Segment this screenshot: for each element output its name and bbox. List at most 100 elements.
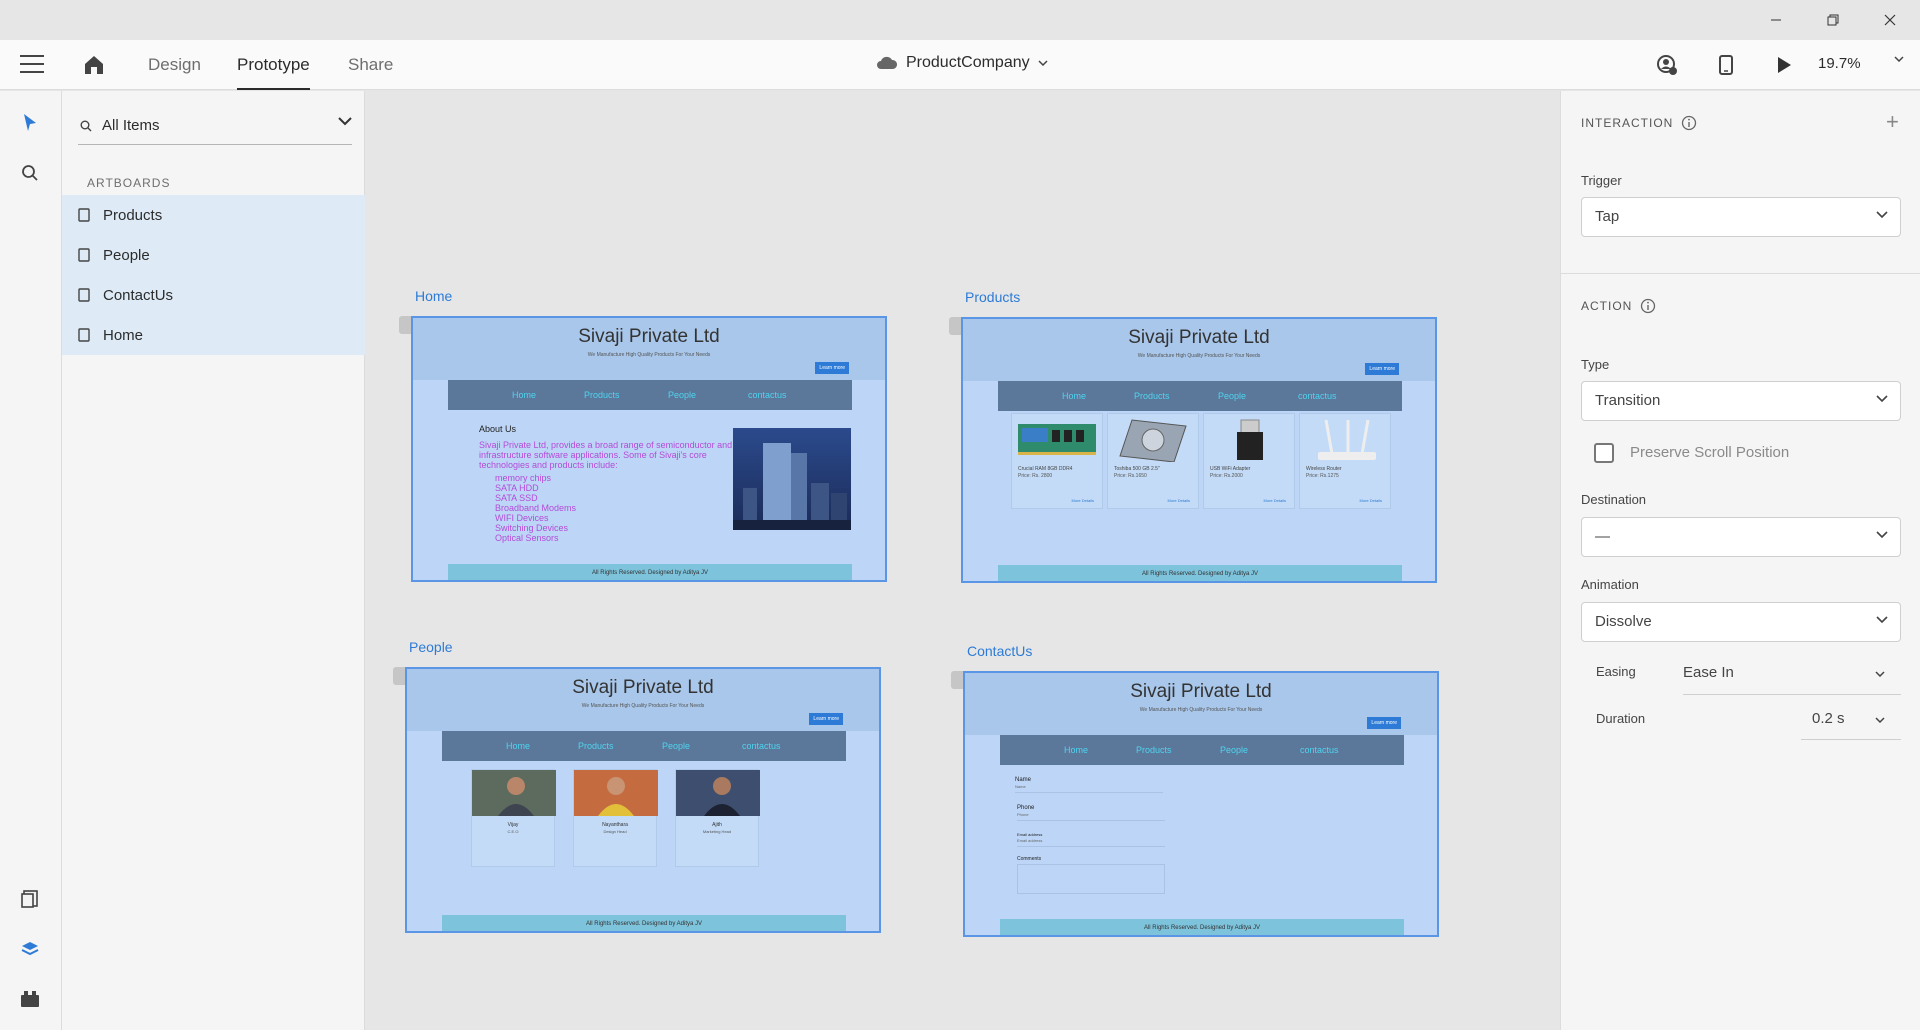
- assets-icon[interactable]: [18, 887, 42, 911]
- menu-icon[interactable]: [20, 55, 44, 75]
- chevron-down-icon: [1876, 211, 1888, 219]
- zoom-tool-icon[interactable]: [18, 161, 42, 185]
- search-icon: [80, 120, 92, 131]
- type-dropdown[interactable]: Transition: [1581, 381, 1901, 421]
- info-icon[interactable]: [1640, 298, 1656, 314]
- comments-field: [1017, 864, 1165, 894]
- minimize-icon: [1771, 19, 1781, 21]
- interaction-title: INTERACTION: [1581, 116, 1674, 130]
- add-interaction-icon[interactable]: +: [1886, 111, 1899, 133]
- product-price: Price: Rs.1650: [1114, 473, 1147, 479]
- nav-home: Home: [506, 741, 531, 751]
- chevron-down-icon: [1876, 616, 1888, 624]
- home-icon[interactable]: [82, 53, 106, 77]
- artboard-item-products[interactable]: Products: [62, 195, 365, 235]
- artboard-item-home[interactable]: Home: [62, 315, 365, 355]
- nav-home: Home: [1062, 391, 1087, 401]
- artboard-item-label: Products: [103, 206, 163, 224]
- easing-label: Easing: [1596, 664, 1636, 679]
- info-icon[interactable]: [1681, 115, 1697, 131]
- zoom-chevron-icon[interactable]: [1894, 56, 1904, 62]
- nav-products: Products: [1136, 745, 1172, 755]
- minimize-button[interactable]: [1748, 0, 1804, 40]
- close-button[interactable]: [1862, 0, 1918, 40]
- layers-filter-dropdown[interactable]: All Items: [78, 107, 352, 145]
- person-role: C.E.O: [507, 829, 519, 834]
- person-photo: [676, 770, 760, 816]
- artboard-title-contactus[interactable]: ContactUs: [967, 643, 1032, 659]
- about-list-item: memory chips: [495, 473, 552, 483]
- trigger-dropdown[interactable]: Tap: [1581, 197, 1901, 237]
- duration-underline: [1801, 739, 1901, 740]
- artboard-item-contactus[interactable]: ContactUs: [62, 275, 365, 315]
- artboard-title-home[interactable]: Home: [415, 288, 452, 304]
- phone-field: Phone: [1017, 812, 1165, 821]
- device-preview-icon[interactable]: [1714, 53, 1738, 77]
- artboard-contactus-tab[interactable]: [951, 671, 963, 689]
- zoom-level[interactable]: 19.7%: [1818, 55, 1861, 72]
- tab-share[interactable]: Share: [348, 55, 393, 75]
- design-canvas[interactable]: Home Sivaji Private Ltd We Manufacture H…: [366, 91, 1560, 1030]
- trigger-value: Tap: [1595, 208, 1620, 225]
- nav-home: Home: [512, 390, 537, 400]
- learn-more-button: Learn more: [1365, 363, 1399, 375]
- artboard-products[interactable]: Sivaji Private Ltd We Manufacture High Q…: [961, 317, 1437, 583]
- restore-button[interactable]: [1805, 0, 1861, 40]
- document-switcher[interactable]: ProductCompany: [876, 54, 1048, 72]
- artboards-section-label: ARTBOARDS: [87, 176, 171, 190]
- restore-icon: [1827, 14, 1839, 26]
- about-text: Sivaji Private Ltd, provides a broad ran…: [479, 440, 733, 470]
- ram-image: [1018, 424, 1096, 455]
- destination-label: Destination: [1581, 492, 1647, 507]
- artboard-home-tab[interactable]: [399, 316, 411, 334]
- tab-prototype[interactable]: Prototype: [237, 55, 310, 90]
- product-name: USB WiFi Adapter: [1210, 466, 1251, 472]
- artboard-people[interactable]: Sivaji Private Ltd We Manufacture High Q…: [405, 667, 881, 933]
- easing-value[interactable]: Ease In: [1683, 664, 1734, 681]
- action-section-title: ACTION: [1581, 298, 1656, 314]
- artboard-contactus[interactable]: Sivaji Private Ltd We Manufacture High Q…: [963, 671, 1439, 937]
- animation-label: Animation: [1581, 577, 1639, 592]
- about-list-item: Optical Sensors: [495, 533, 559, 543]
- chevron-down-icon: [1876, 531, 1888, 539]
- play-preview-icon[interactable]: [1772, 53, 1796, 77]
- site-footer: All Rights Reserved. Designed by Aditya …: [1000, 919, 1404, 935]
- prototype-properties-panel: INTERACTION + Trigger Tap ACTION Type Tr…: [1560, 91, 1920, 1030]
- artboard-icon: [78, 208, 90, 222]
- person-photo: [574, 770, 658, 816]
- person-card: Ajith Marketing Head: [675, 769, 760, 867]
- preserve-scroll-checkbox[interactable]: [1594, 443, 1614, 463]
- artboard-products-tab[interactable]: [949, 317, 961, 335]
- title-bar: [0, 0, 1920, 40]
- duration-chevron-icon[interactable]: [1875, 717, 1885, 723]
- share-user-icon[interactable]: [1655, 53, 1679, 77]
- site-nav: Home Products People contactus: [448, 380, 852, 410]
- more-details-link: More Details: [1167, 498, 1190, 503]
- about-list-item: WIFI Devices: [495, 513, 549, 523]
- product-name: Toshiba 500 GB 2.5": [1114, 466, 1160, 472]
- artboard-title-products[interactable]: Products: [965, 289, 1020, 305]
- trigger-label: Trigger: [1581, 173, 1622, 188]
- artboard-people-tab[interactable]: [393, 667, 405, 685]
- building-image: [733, 428, 851, 530]
- destination-value: —: [1595, 528, 1610, 545]
- nav-contactus: contactus: [1300, 745, 1339, 755]
- about-list-item: Broadband Modems: [495, 503, 577, 513]
- chevron-down-icon: [1038, 60, 1048, 66]
- easing-chevron-icon[interactable]: [1875, 671, 1885, 677]
- artboard-title-people[interactable]: People: [409, 639, 453, 655]
- artboard-home[interactable]: Sivaji Private Ltd We Manufacture High Q…: [411, 316, 887, 582]
- site-tagline: We Manufacture High Quality Products For…: [1139, 707, 1263, 713]
- tab-design[interactable]: Design: [148, 55, 201, 75]
- about-list-item: SATA SSD: [495, 493, 538, 503]
- layers-icon[interactable]: [18, 937, 42, 961]
- destination-dropdown[interactable]: —: [1581, 517, 1901, 557]
- preserve-scroll-label[interactable]: Preserve Scroll Position: [1630, 444, 1789, 461]
- artboard-item-people[interactable]: People: [62, 235, 365, 275]
- animation-dropdown[interactable]: Dissolve: [1581, 602, 1901, 642]
- hdd-image: [1119, 419, 1187, 462]
- select-tool-icon[interactable]: [18, 111, 42, 135]
- artboard-list: Products People ContactUs Home: [62, 195, 365, 355]
- duration-value[interactable]: 0.2 s: [1812, 710, 1845, 727]
- plugins-icon[interactable]: [18, 987, 42, 1011]
